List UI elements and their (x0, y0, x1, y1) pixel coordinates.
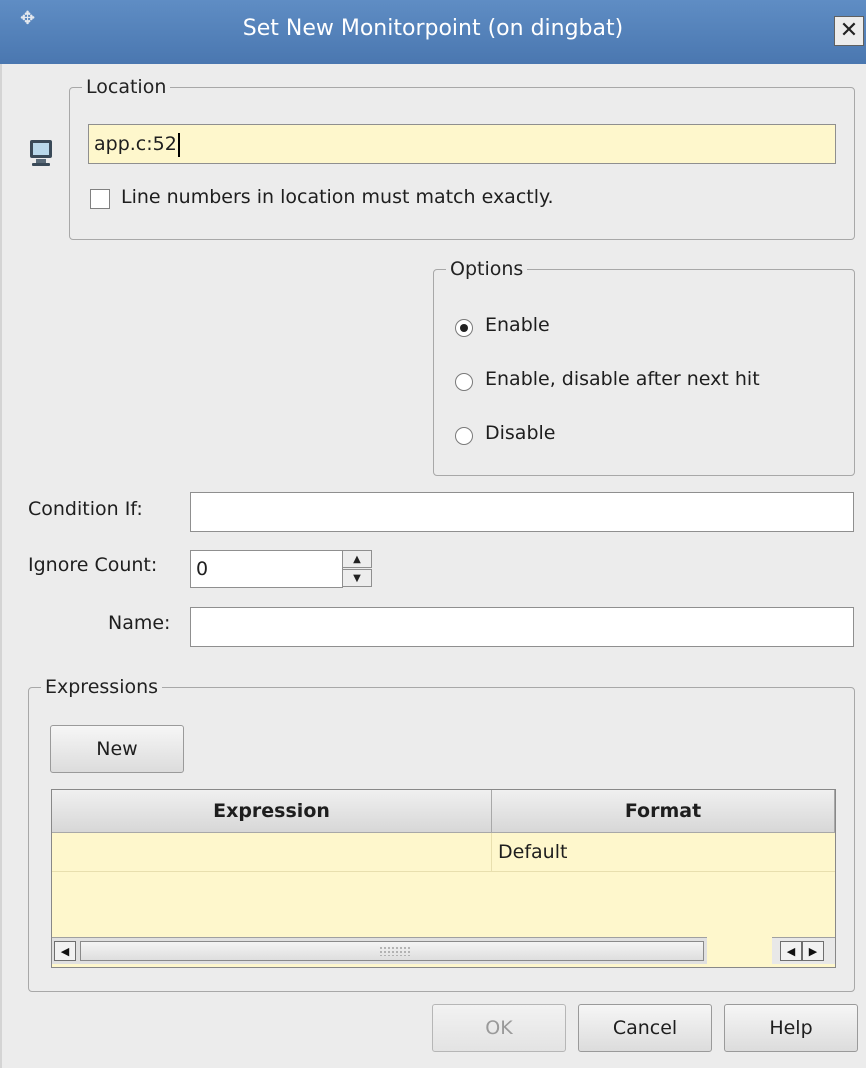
disable-label: Disable (485, 422, 556, 444)
location-input[interactable]: app.c:52 (88, 124, 836, 164)
scroll-right-icon[interactable]: ▶ (802, 941, 824, 961)
ignore-count-label: Ignore Count: (28, 554, 158, 576)
monitor-icon (30, 140, 52, 166)
exact-match-label: Line numbers in location must match exac… (121, 186, 554, 208)
scroll-left-icon[interactable]: ◀ (780, 941, 802, 961)
options-legend: Options (450, 258, 524, 280)
column-header-format[interactable]: Format (492, 790, 835, 833)
expressions-table: Expression Format Default ◀ ◀ ▶ (51, 789, 836, 968)
name-label: Name: (108, 612, 171, 634)
spin-up-icon[interactable]: ▲ (342, 550, 372, 568)
text-cursor (177, 132, 180, 157)
enable-disable-after-label: Enable, disable after next hit (485, 368, 760, 390)
scroll-left-icon[interactable]: ◀ (54, 941, 76, 961)
horizontal-scrollbar[interactable]: ◀ (52, 937, 707, 964)
table-cell-format[interactable]: Default (492, 833, 835, 872)
ignore-count-value: 0 (196, 558, 209, 580)
dialog-body: Location app.c:52 Line numbers in locati… (2, 64, 866, 1068)
thumb-grip (379, 946, 411, 956)
ignore-count-input[interactable]: 0 (190, 550, 343, 588)
close-icon[interactable]: ✕ (834, 16, 864, 46)
location-legend: Location (86, 76, 167, 98)
ok-button[interactable]: OK (432, 1004, 566, 1052)
table-cell-expression[interactable] (52, 833, 492, 872)
location-value: app.c:52 (94, 133, 177, 155)
scrollbar-thumb[interactable] (80, 941, 704, 961)
exact-match-checkbox[interactable] (90, 189, 110, 209)
help-button[interactable]: Help (724, 1004, 858, 1052)
disable-radio[interactable] (455, 427, 473, 445)
enable-radio[interactable] (455, 319, 473, 337)
spin-down-icon[interactable]: ▼ (342, 569, 372, 587)
cancel-button[interactable]: Cancel (578, 1004, 712, 1052)
condition-label: Condition If: (28, 498, 143, 520)
window-title: Set New Monitorpoint (on dingbat) (242, 16, 624, 41)
scroll-arrows-group: ◀ ▶ (772, 937, 835, 964)
condition-input[interactable] (190, 492, 854, 532)
enable-disable-after-radio[interactable] (455, 373, 473, 391)
expressions-legend: Expressions (45, 676, 159, 698)
column-header-expression[interactable]: Expression (52, 790, 492, 833)
title-bar: ✥ Set New Monitorpoint (on dingbat) ✕ (0, 0, 866, 64)
name-input[interactable] (190, 607, 854, 647)
new-expression-button[interactable]: New (50, 725, 184, 773)
enable-label: Enable (485, 314, 550, 336)
